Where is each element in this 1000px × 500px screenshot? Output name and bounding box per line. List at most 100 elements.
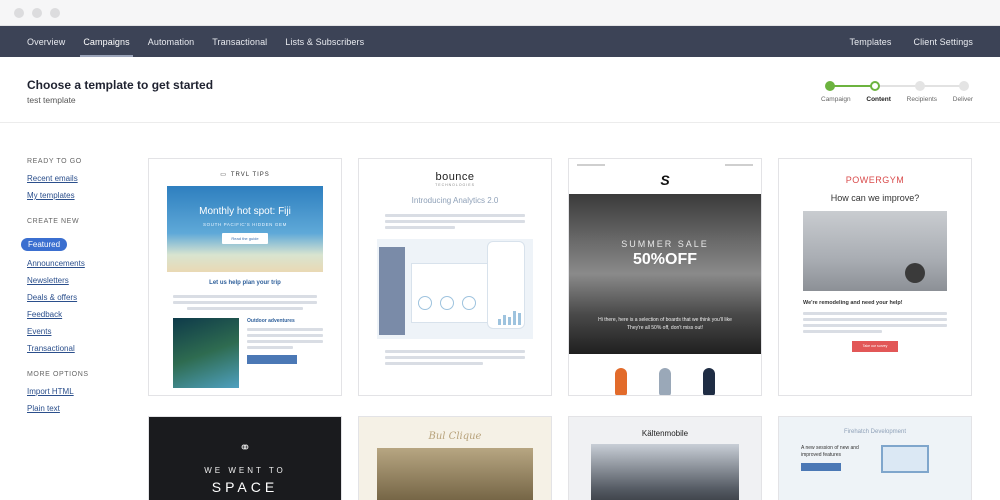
template-body-text-2 [359, 339, 551, 365]
nav-templates[interactable]: Templates [839, 26, 903, 57]
template-hero-image [377, 448, 533, 500]
sidebar-link-events[interactable]: Events [27, 327, 148, 336]
template-feature-text: Outdoor adventures [247, 318, 323, 388]
window-zoom-dot[interactable] [50, 7, 60, 18]
template-logo: ▭ TRVL TIPS [149, 171, 341, 179]
template-card-bounce[interactable]: bounce TECHNOLOGIES Introducing Analytic… [358, 158, 552, 396]
template-text: A new session of new and improved featur… [801, 445, 859, 458]
nav-right: Templates Client Settings [839, 26, 973, 57]
template-hero-line1: SUMMER SALE [621, 239, 709, 249]
template-logo-sub: TECHNOLOGIES [435, 183, 475, 187]
sidebar-link-newsletters[interactable]: Newsletters [27, 276, 148, 285]
template-illustration [377, 239, 533, 339]
nav-campaigns[interactable]: Campaigns [74, 26, 138, 57]
template-line1: WE WENT TO [204, 466, 286, 475]
template-products [569, 354, 761, 395]
sidebar-heading-ready: READY TO GO [27, 158, 82, 165]
sidebar-link-import-html[interactable]: Import HTML [27, 387, 148, 396]
sidebar-group-create: CREATE NEW Featured Announcements Newsle… [21, 218, 148, 353]
planet-icon: ⚭ [239, 439, 251, 455]
progress-dot-campaign[interactable] [825, 81, 835, 91]
template-body-text [359, 205, 551, 229]
sidebar-link-deals-offers[interactable]: Deals & offers [27, 293, 148, 302]
laptop-icon [881, 445, 929, 473]
progress-labels: Campaign Content Recipients Deliver [821, 96, 973, 103]
template-hero-subtitle: SOUTH PACIFIC'S HIDDEN GEM [203, 222, 287, 227]
progress-label-campaign[interactable]: Campaign [821, 96, 851, 103]
progress-label-content: Content [866, 96, 891, 103]
progress-label-recipients: Recipients [906, 96, 938, 103]
progress-dot-deliver [959, 81, 969, 91]
page-header: Choose a template to get started test te… [0, 57, 1000, 123]
progress-steps: Campaign Content Recipients Deliver [821, 81, 973, 103]
sidebar-link-transactional[interactable]: Transactional [27, 344, 148, 353]
suitcase-icon: ▭ [220, 172, 227, 178]
template-body-text [149, 286, 341, 310]
template-hero-text-2: They're all 50% off, don't miss out! [626, 324, 704, 331]
sidebar-link-recent-emails[interactable]: Recent emails [27, 174, 148, 183]
illustration-bar-chart [498, 311, 521, 325]
window-chrome [0, 0, 1000, 26]
template-hero-image [591, 444, 739, 500]
template-logo: bounce [435, 171, 475, 183]
template-hero-image: Monthly hot spot: Fiji SOUTH PACIFIC'S H… [167, 186, 323, 272]
template-hero-button: Read the guide [222, 233, 268, 244]
template-logo: S [660, 172, 670, 188]
template-logo-text: TRVL TIPS [230, 171, 270, 178]
template-hero-text: Hi there, here is a selection of boards … [569, 317, 761, 332]
page-subtitle: test template [27, 95, 76, 105]
header-text: Choose a template to get started test te… [27, 78, 213, 105]
template-logo: Firehatch Development [843, 429, 907, 435]
template-thumbnail-image [173, 318, 239, 388]
sidebar-link-feedback[interactable]: Feedback [27, 310, 148, 319]
template-hero-image [803, 211, 947, 291]
template-button [801, 463, 841, 471]
template-card-space[interactable]: ⚭ WE WENT TO SPACE [148, 416, 342, 500]
template-feature-row: A new session of new and improved featur… [801, 445, 951, 473]
template-logo: Kältenmobile [641, 429, 689, 438]
nav-automation[interactable]: Automation [139, 26, 204, 57]
sidebar-link-plain-text[interactable]: Plain text [27, 404, 148, 413]
template-card-kaltenmobile[interactable]: Kältenmobile [568, 416, 762, 500]
template-feature-title: Outdoor adventures [247, 318, 295, 324]
template-body-text [779, 306, 971, 333]
nav-client-settings[interactable]: Client Settings [902, 26, 973, 57]
template-feature-text: A new session of new and improved featur… [801, 445, 871, 473]
template-card-powergym[interactable]: POWERGYM How can we improve? We're remod… [778, 158, 972, 396]
template-logo: POWERGYM [845, 175, 905, 185]
progress-dot-content [870, 81, 880, 91]
template-card-firehatch[interactable]: Firehatch Development A new session of n… [778, 416, 972, 500]
sidebar-group-ready: READY TO GO Recent emails My templates [27, 158, 148, 200]
template-line2: SPACE [211, 479, 279, 495]
content-area: READY TO GO Recent emails My templates C… [0, 123, 1000, 500]
sidebar-group-more: MORE OPTIONS Import HTML Plain text [27, 371, 148, 413]
template-title: Introducing Analytics 2.0 [411, 196, 499, 205]
nav-overview[interactable]: Overview [27, 26, 74, 57]
sidebar-item-featured[interactable]: Featured [21, 238, 68, 251]
window-close-dot[interactable] [14, 7, 24, 18]
template-hero-line2: 50%OFF [632, 251, 697, 268]
template-feature-button [247, 355, 297, 364]
template-card-bul-clique[interactable]: Bul Clique [358, 416, 552, 500]
illustration-sidebar [379, 247, 405, 335]
template-card-travel[interactable]: ▭ TRVL TIPS Monthly hot spot: Fiji SOUTH… [148, 158, 342, 396]
progress-label-deliver: Deliver [952, 96, 973, 103]
template-hero-title: Monthly hot spot: Fiji [199, 206, 291, 217]
template-card-skate[interactable]: S SUMMER SALE 50%OFF Hi there, here is a… [568, 158, 762, 396]
template-title: How can we improve? [830, 193, 920, 203]
sidebar-link-my-templates[interactable]: My templates [27, 191, 148, 200]
template-logo: Bul Clique [428, 431, 482, 442]
template-cta-button: Take our survey [852, 341, 898, 352]
page-title: Choose a template to get started [27, 78, 214, 92]
sidebar-link-announcements[interactable]: Announcements [27, 259, 148, 268]
exercise-ball-shape [905, 263, 925, 283]
sidebar-heading-create: CREATE NEW [27, 218, 80, 225]
template-hero-text-1: Hi there, here is a selection of boards … [598, 317, 732, 323]
template-feature-row: Outdoor adventures [173, 318, 323, 388]
nav-left: Overview Campaigns Automation Transactio… [27, 26, 373, 57]
nav-transactional[interactable]: Transactional [203, 26, 276, 57]
nav-lists-subscribers[interactable]: Lists & Subscribers [276, 26, 373, 57]
window-minimize-dot[interactable] [32, 7, 42, 18]
template-hero-image: SUMMER SALE 50%OFF Hi there, here is a s… [569, 194, 761, 354]
top-navigation: Overview Campaigns Automation Transactio… [0, 26, 1000, 57]
